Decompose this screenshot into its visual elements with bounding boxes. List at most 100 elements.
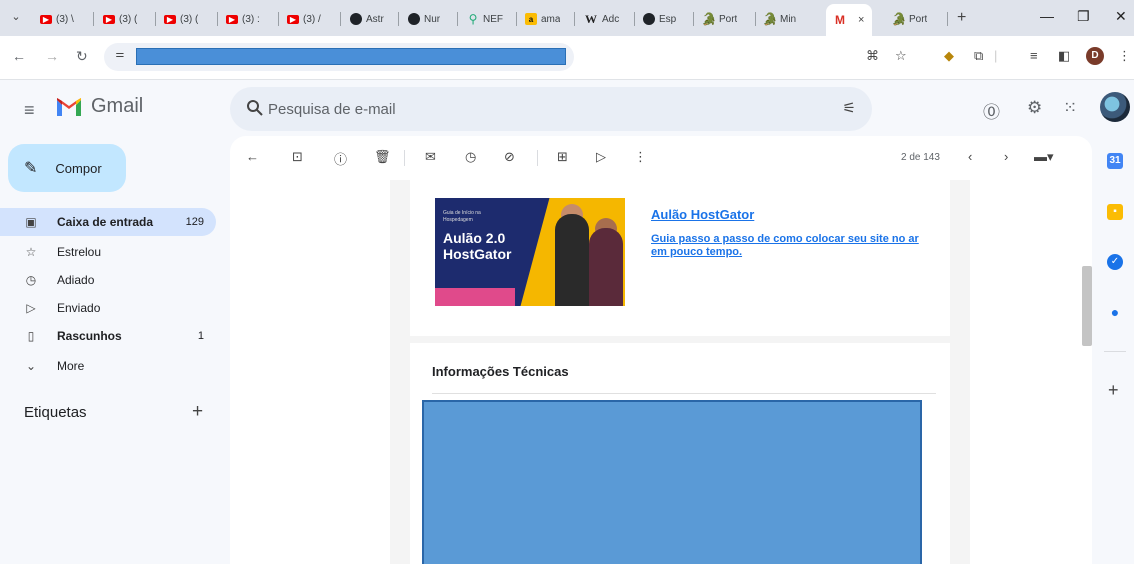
tab-youtube-3[interactable]: ▶ (3) ( (164, 7, 198, 31)
side-panel-divider (1104, 351, 1126, 352)
close-icon[interactable]: × (858, 14, 864, 26)
tab-youtube-1[interactable]: ▶ (3) \ (40, 7, 74, 31)
search-input[interactable] (268, 98, 828, 120)
snooze-icon[interactable]: ◷ (465, 149, 476, 165)
draft-count: 1 (197, 330, 204, 342)
more-options-icon[interactable]: ⋮ (634, 149, 647, 165)
tab-search-icon[interactable]: ⌄ (8, 10, 24, 26)
contacts-icon[interactable]: ● (1107, 304, 1123, 320)
tab-github-3[interactable]: Esp (643, 7, 676, 31)
tab-youtube-2[interactable]: ▶ (3) ( (103, 7, 137, 31)
restore-button[interactable]: ❐ (1077, 8, 1090, 25)
tab-youtube-5[interactable]: ▶ (3) / (287, 7, 321, 31)
tab-hostgator-3[interactable]: 🐊 Port (893, 7, 927, 31)
sidebar-item-label: Caixa de entrada (57, 215, 154, 229)
banner-person (589, 228, 623, 306)
tab-label: Nur (424, 13, 441, 25)
input-tools-icon[interactable]: ▬▾ (1034, 149, 1054, 165)
wikipedia-icon: W (585, 11, 597, 26)
get-addons-button[interactable]: + (1108, 380, 1119, 401)
sidebar-item-starred[interactable]: ☆ Estrelou (0, 238, 216, 266)
tab-amazon[interactable]: a ama (525, 7, 560, 31)
archive-icon[interactable]: ⊡ (292, 149, 303, 165)
scrollbar-track[interactable] (1082, 180, 1092, 564)
tab-label: (3) ( (119, 13, 138, 25)
translate-icon[interactable]: ⌘ (866, 48, 879, 64)
gmail-logo[interactable]: Gmail (55, 95, 143, 118)
add-task-icon[interactable]: ⊘ (504, 149, 515, 165)
main-menu-icon[interactable]: ≡ (24, 100, 35, 121)
back-arrow-icon[interactable]: ← (12, 48, 26, 64)
search-bar[interactable]: ⚟ (230, 87, 872, 131)
reload-icon[interactable]: ↻ (76, 48, 88, 65)
tab-nep[interactable]: ⚲ NEF (467, 7, 503, 31)
draft-icon: ▯ (27, 329, 35, 343)
sidebar-item-more[interactable]: ⌄ More (0, 352, 216, 380)
message-toolbar: ← ⊡ ⓘ 🗑 ✉ ◷ ⊘ ⊞ ▷ ⋮ 2 de 143 ‹ › ▬▾ (230, 136, 1092, 180)
back-icon[interactable]: ← (246, 149, 259, 164)
new-tab-button[interactable]: + (957, 9, 966, 27)
tab-hostgator-1[interactable]: 🐊 Port (703, 7, 737, 31)
pencil-icon: ✎ (24, 160, 38, 177)
bookmark-star-icon[interactable]: ☆ (895, 48, 907, 64)
gmail-header: ≡ Gmail ⚟ ⓪ ⚙ ⁙ (0, 80, 1134, 136)
tab-divider (457, 12, 458, 26)
site-settings-icon[interactable]: ⚌ (112, 49, 128, 65)
sidebar-item-snoozed[interactable]: ◷ Adiado (0, 266, 216, 294)
promo-description-link[interactable]: Guia passo a passo de como colocar seu s… (651, 233, 931, 259)
sidebar-item-drafts[interactable]: ▯ Rascunhos 1 (0, 322, 216, 350)
sidebar-item-sent[interactable]: ▷ Enviado (0, 294, 216, 322)
tab-wikipedia[interactable]: W Adc (584, 7, 619, 31)
previous-icon[interactable]: ‹ (968, 149, 972, 164)
tab-divider (755, 12, 756, 26)
move-to-icon[interactable]: ⊞ (557, 149, 568, 165)
label-icon[interactable]: ▷ (596, 149, 606, 165)
pagination-count: 2 de 143 (901, 152, 940, 163)
address-bar[interactable]: ⚌ (104, 43, 574, 71)
tab-divider (634, 12, 635, 26)
sidebar-item-inbox[interactable]: ▣ Caixa de entrada 129 (0, 208, 216, 236)
delete-icon[interactable]: 🗑 (374, 149, 391, 165)
calendar-icon[interactable]: 31 (1107, 153, 1123, 169)
scrollbar-thumb[interactable] (1082, 266, 1092, 346)
hostgator-banner-image[interactable]: Guia de Início na Hospedagem Aulão 2.0 H… (435, 198, 625, 306)
banner-big-text: Aulão 2.0 HostGator (443, 230, 512, 262)
tasks-icon[interactable]: ✓ (1107, 254, 1123, 270)
technical-info-card: Informações Técnicas (410, 343, 950, 564)
tab-github-2[interactable]: Nur (408, 7, 440, 31)
keep-icon[interactable]: ▪ (1107, 204, 1123, 220)
star-icon: ☆ (25, 245, 37, 259)
search-options-icon[interactable]: ⚟ (843, 99, 856, 117)
tab-youtube-4[interactable]: ▶ (3) : (226, 7, 260, 31)
email-body: Guia de Início na Hospedagem Aulão 2.0 H… (230, 180, 1080, 564)
amazon-icon: a (525, 13, 537, 25)
promo-title-link[interactable]: Aulão HostGator (651, 207, 754, 222)
extensions-puzzle-icon[interactable]: ⧉ (974, 48, 983, 64)
apps-grid-icon[interactable]: ⁙ (1063, 98, 1077, 118)
report-spam-icon[interactable]: ⓘ (334, 149, 347, 168)
add-label-button[interactable]: + (192, 401, 203, 423)
gear-icon[interactable]: ⚙ (1027, 98, 1042, 118)
tab-hostgator-2[interactable]: 🐊 Min (764, 7, 796, 31)
side-panel-icon[interactable]: ◧ (1058, 48, 1070, 64)
browser-menu-icon[interactable]: ⋮ (1118, 48, 1131, 64)
minimize-button[interactable]: — (1040, 8, 1054, 24)
reading-list-icon[interactable]: ≡ (1030, 48, 1038, 63)
tab-gmail-active[interactable]: M × (826, 4, 873, 36)
browser-profile-avatar[interactable]: D (1086, 47, 1104, 65)
promo-card: Guia de Início na Hospedagem Aulão 2.0 H… (410, 180, 950, 336)
mark-unread-icon[interactable]: ✉ (425, 149, 436, 165)
search-icon[interactable] (246, 99, 264, 117)
next-icon[interactable]: › (1004, 149, 1008, 164)
compose-button[interactable]: ✎ Compor (8, 144, 126, 192)
extension-icon[interactable]: ◆ (944, 48, 954, 64)
tab-github-1[interactable]: Astr (350, 7, 384, 31)
avatar[interactable] (1100, 92, 1130, 122)
forward-arrow-icon[interactable]: → (45, 48, 59, 64)
tab-divider (516, 12, 517, 26)
labels-heading: Etiquetas (24, 404, 87, 421)
help-icon[interactable]: ⓪ (983, 98, 1000, 123)
tab-label: Esp (659, 13, 677, 25)
window-close-button[interactable]: ✕ (1115, 8, 1127, 25)
browser-tab-strip: ⌄ ▶ (3) \ ▶ (3) ( ▶ (3) ( ▶ (3) : ▶ (3) / Ast… (0, 0, 1134, 36)
